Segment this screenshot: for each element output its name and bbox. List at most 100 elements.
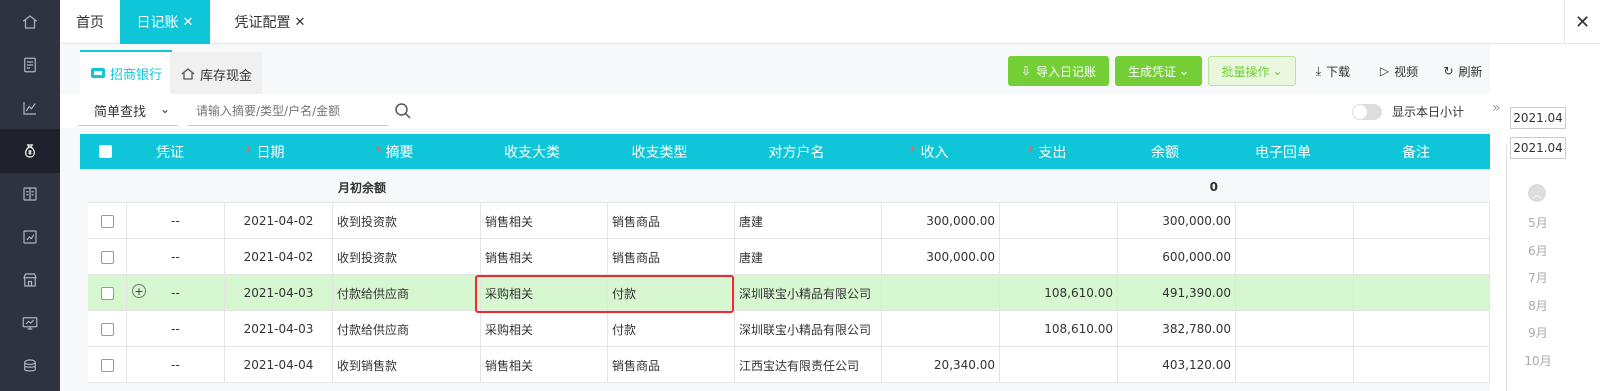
money-bag-icon[interactable] [0,129,60,173]
row-select-cell[interactable] [88,347,127,383]
select-all-checkbox[interactable] [98,145,112,158]
download-button[interactable]: ⤓ 下载 [1308,56,1358,86]
import-journal-button[interactable]: ⇩ 导入日记账 [1008,56,1109,86]
collapse-icon[interactable]: » [1492,100,1501,116]
cell-income [882,275,1000,311]
cell-summary: 付款给供应商 [333,275,481,311]
bank-card-icon [91,68,105,78]
tab-journal[interactable]: 日记账 ✕ [120,0,210,44]
month-item[interactable]: 5月 [1510,214,1566,231]
cell-balance: 600,000.00 [1118,239,1236,275]
home-icon[interactable] [0,0,60,44]
button-label: 下载 [1326,64,1351,79]
cell-voucher: -- [127,311,225,347]
date-from-field[interactable]: 2021.04 [1510,107,1566,129]
refresh-button[interactable]: ↻ 刷新 [1438,56,1488,86]
month-item[interactable]: 10月 [1510,352,1566,369]
cell-note [1354,239,1490,275]
required-mark: * [1027,143,1035,160]
cell-income [882,311,1000,347]
chart-icon[interactable] [0,86,60,130]
row-select-cell[interactable] [88,239,127,275]
search-input[interactable] [188,96,388,126]
header-label: 凭证 [156,144,184,161]
cell-receipt [1236,203,1354,239]
table-row[interactable]: -- 2021-04-02 收到投资款 销售相关 销售商品 唐建 300,000.00 300… [88,203,1490,239]
shop-icon[interactable] [0,258,60,302]
row-checkbox[interactable] [100,322,114,336]
header-label: 对方户名 [768,144,825,161]
cell-receipt [1236,275,1354,311]
tab-voucher-config[interactable]: 凭证配置 ✕ [220,0,320,44]
account-tab-label: 招商银行 [110,67,163,83]
close-all-icon[interactable]: ✕ [1564,0,1600,44]
table-row[interactable]: -- 2021-04-03 付款给供应商 采购相关 付款 深圳联宝小精品有限公司 108,6… [88,275,1490,311]
row-checkbox[interactable] [100,358,114,372]
header-label: 日期 [256,144,285,161]
cell-date: 2021-04-03 [225,311,333,347]
header-expense: * 支出 [988,134,1106,169]
batch-operation-button[interactable]: 批量操作 ⌄ [1208,56,1296,86]
button-label: 导入日记账 [1036,64,1097,79]
header-label: 支出 [1038,144,1067,161]
tab-cash[interactable]: 库存现金 [170,52,263,96]
left-nav-rail [0,0,60,391]
month-item[interactable]: 8月 [1510,297,1566,314]
header-counterparty: 对方户名 [723,134,870,169]
button-label: 生成凭证 [1127,64,1176,79]
date-to-field[interactable]: 2021.04 [1510,137,1566,159]
annotation-highlight-box [475,275,734,313]
cell-expense: 108,610.00 [1000,311,1118,347]
header-e-receipt: 电子回单 [1224,134,1342,169]
table-row[interactable]: -- 2021-04-03 付款给供应商 采购相关 付款 深圳联宝小精品有限公司 108,6… [88,311,1490,347]
header-income: * 收入 [870,134,988,169]
search-mode-label: 简单查找 [94,105,147,120]
add-row-icon[interactable]: + [132,284,146,298]
coins-icon[interactable] [0,344,60,388]
row-checkbox[interactable] [100,214,114,228]
header-summary: * 摘要 [320,134,468,169]
monitor-icon[interactable] [0,301,60,345]
month-item[interactable]: 6月 [1510,242,1566,259]
report-icon[interactable] [0,215,60,259]
tab-home[interactable]: 首页 [60,0,120,44]
month-item[interactable]: 9月 [1510,324,1566,341]
row-checkbox[interactable] [100,286,114,300]
month-panel: » 2021.04 2021.04 ︿ 5月 6月 7月 8月 9月 10月 [1490,44,1600,391]
row-select-cell[interactable] [88,275,127,311]
search-mode-select[interactable]: 简单查找 ⌄ [78,96,178,126]
journal-content: 招商银行 库存现金 ⇩ 导入日记账 生成凭证 ⌄ 批量操作 ⌄ ⤓ 下载 ▷ 视频 ↻ 刷新… [60,44,1490,391]
table-row[interactable]: -- 2021-04-02 收到投资款 销售相关 销售商品 唐建 300,000.00 600… [88,239,1490,275]
button-label: 视频 [1394,64,1419,79]
row-select-cell[interactable] [88,203,127,239]
header-select-all[interactable] [80,134,130,169]
ledger-icon[interactable] [0,172,60,216]
cell-party: 深圳联宝小精品有限公司 [735,311,882,347]
opening-balance-row: 月初余额 0 [88,169,1490,203]
cell-balance: 382,780.00 [1118,311,1236,347]
daily-subtotal-toggle[interactable] [1352,104,1382,120]
row-checkbox[interactable] [100,250,114,264]
invoice-icon[interactable] [0,43,60,87]
cell-receipt [1236,311,1354,347]
cell-note [1354,275,1490,311]
divider [1506,144,1507,391]
close-icon[interactable]: ✕ [295,15,306,30]
generate-voucher-button[interactable]: 生成凭证 ⌄ [1115,56,1202,86]
tab-cmb-bank[interactable]: 招商银行 [80,50,173,94]
cell-summary: 付款给供应商 [333,311,481,347]
row-select-cell[interactable] [88,311,127,347]
required-mark: * [245,143,253,160]
opening-balance: 0 [1209,180,1218,194]
tab-label: 日记账 [136,15,179,31]
table-header: 凭证 * 日期 * 摘要 收支大类 收支类型 对方户名 * 收入 * 支出 余额 电子回… [80,134,1490,169]
video-button[interactable]: ▷ 视频 [1374,56,1424,86]
month-item[interactable]: 7月 [1510,269,1566,286]
header-label: 收支大类 [504,144,560,161]
search-icon[interactable] [394,102,412,120]
cell-note [1354,311,1490,347]
tab-label: 首页 [76,15,104,31]
scroll-up-icon[interactable]: ︿ [1528,184,1546,202]
close-icon[interactable]: ✕ [183,15,194,30]
table-row[interactable]: -- 2021-04-04 收到销售款 销售相关 销售商品 江西宝达有限责任公司 20,34… [88,347,1490,383]
